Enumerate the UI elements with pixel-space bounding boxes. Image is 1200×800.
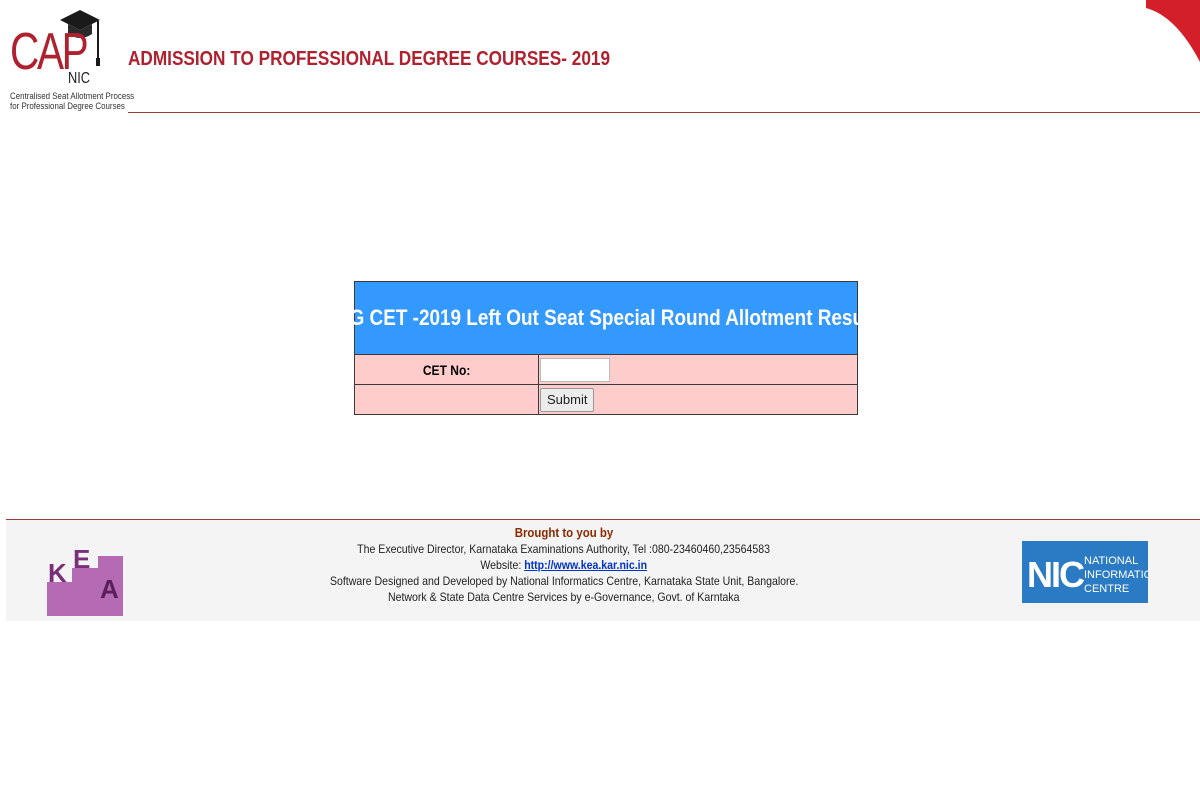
- submit-row: Submit: [355, 384, 857, 414]
- website-line: Website: http://www.kea.kar.nic.in: [481, 557, 648, 573]
- cet-input-cell: [539, 355, 857, 384]
- footer: K E A Brought to you by The Executive Di…: [6, 519, 1200, 621]
- form-header: UG CET -2019 Left Out Seat Special Round…: [336, 282, 876, 355]
- svg-text:A: A: [100, 574, 119, 604]
- nic-logo-line-1: NATIONAL: [1084, 555, 1138, 567]
- logo-tagline: Centralised Seat Allotment Process for P…: [10, 91, 135, 111]
- brought-by-heading: Brought to you by: [514, 525, 614, 540]
- cet-number-row: CET No:: [355, 355, 857, 384]
- svg-text:K: K: [48, 558, 67, 588]
- corner-ribbon-decoration: [1146, 0, 1200, 62]
- cet-label-cell: CET No:: [355, 355, 539, 384]
- allotment-result-form: UG CET -2019 Left Out Seat Special Round…: [336, 281, 876, 415]
- submit-button[interactable]: Submit: [540, 387, 595, 412]
- nic-logo-line-2: INFORMATICS: [1084, 569, 1148, 581]
- svg-text:E: E: [73, 544, 90, 574]
- website-label: Website:: [480, 558, 522, 572]
- nic-logo-line-3: CENTRE: [1084, 583, 1129, 595]
- page-title: ADMISSION TO PROFESSIONAL DEGREE COURSES…: [128, 48, 611, 70]
- submit-cell: Submit: [539, 385, 857, 414]
- egov-credit-line: Network & State Data Centre Services by …: [388, 590, 740, 604]
- kea-logo: K E A: [47, 544, 123, 616]
- header-divider: [128, 112, 1200, 113]
- logo-nic-text: NIC: [68, 70, 91, 87]
- nic-logo-mark: NIC: [1027, 554, 1085, 595]
- cap-logo: CAP NIC Centralised Seat Allotment Proce…: [8, 6, 135, 114]
- cet-number-label: CET No:: [422, 361, 471, 378]
- footer-credits: Brought to you by The Executive Director…: [264, 525, 864, 605]
- kea-contact-line: The Executive Director, Karnataka Examin…: [357, 542, 771, 556]
- kea-website-link[interactable]: http://www.kea.kar.nic.in: [524, 558, 647, 572]
- logo-tagline-line-2: for Professional Degree Courses: [10, 101, 125, 111]
- nic-logo: NIC NATIONAL INFORMATICS CENTRE: [1022, 541, 1148, 603]
- logo-tagline-line-1: Centralised Seat Allotment Process: [10, 91, 135, 101]
- form-title: UG CET -2019 Left Out Seat Special Round…: [336, 305, 876, 330]
- submit-row-empty-cell: [355, 385, 539, 414]
- cet-number-input[interactable]: [540, 357, 610, 382]
- nic-credit-line: Software Designed and Developed by Natio…: [329, 574, 799, 588]
